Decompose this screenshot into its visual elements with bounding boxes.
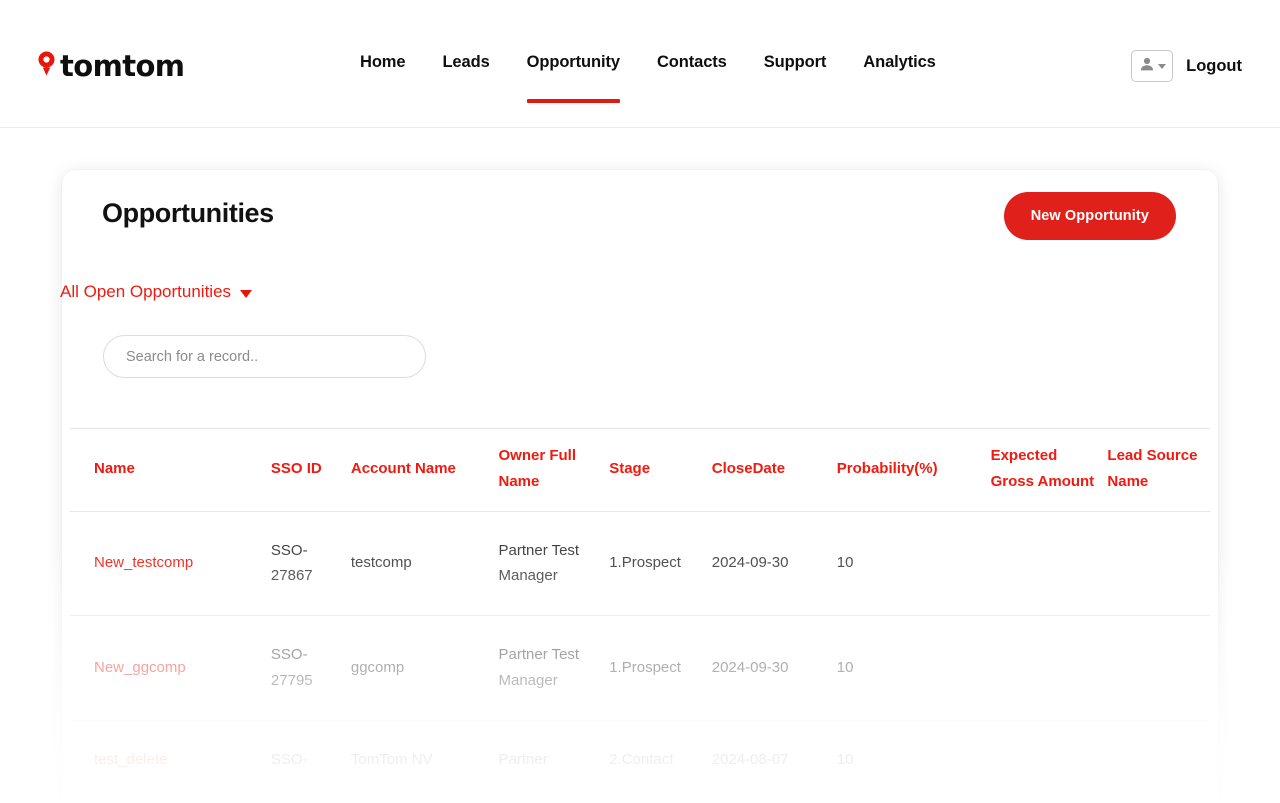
column-header-owner-full-name[interactable]: Owner Full Name [498, 428, 610, 512]
nav-item-opportunity[interactable]: Opportunity [526, 53, 620, 103]
nav-item-label: Leads [442, 53, 490, 71]
nav-item-home[interactable]: Home [360, 53, 406, 74]
column-header-label: SSO ID [270, 459, 322, 477]
page-title: Opportunities [102, 198, 274, 228]
nav-item-analytics[interactable]: Analytics [863, 53, 936, 74]
cell-stage: 1.Prospect [609, 615, 712, 721]
logout-button[interactable]: Logout [1186, 57, 1242, 76]
table-row[interactable]: New_testcomp SSO-27867 testcomp Partner … [70, 511, 1210, 617]
page-root: tomtom Home Leads Opportunity Contacts S… [0, 0, 1280, 803]
cell-account-name: ggcomp [350, 615, 499, 721]
cell-lead-source-name [1107, 511, 1210, 617]
nav-item-label: Support [763, 53, 827, 71]
nav-item-label: Analytics [863, 53, 936, 71]
cell-sso-id: SSO- [270, 720, 351, 800]
cell-owner-full-name: Partner Test Manager [498, 615, 610, 721]
opportunities-table: Name SSO ID Account Name Owner Full Name… [70, 428, 1210, 800]
column-header-label: Probability(%) [836, 459, 938, 477]
user-menu-button[interactable] [1131, 50, 1174, 82]
cell-close-date: 2024-08-07 [711, 720, 837, 800]
top-navigation-bar: tomtom Home Leads Opportunity Contacts S… [0, 0, 1280, 128]
search-container [103, 335, 426, 378]
record-link[interactable]: New_testcomp [94, 554, 193, 571]
cell-lead-source-name [1107, 720, 1210, 800]
cell-close-date: 2024-09-30 [711, 615, 837, 721]
record-link[interactable]: New_ggcomp [94, 659, 186, 676]
column-header-lead-source-name[interactable]: Lead Source Name [1107, 428, 1210, 512]
cell-name: New_ggcomp [70, 615, 271, 721]
list-view-selector[interactable]: All Open Opportunities [60, 282, 253, 302]
column-header-label: Account Name [350, 459, 456, 477]
content-area: Opportunities New Opportunity All Open O… [0, 128, 1280, 803]
card-header: Opportunities New Opportunity [62, 170, 1218, 270]
nav-item-label: Home [360, 53, 406, 71]
column-header-close-date[interactable]: CloseDate [711, 428, 837, 512]
nav-item-label: Opportunity [526, 53, 620, 71]
cell-owner-full-name: Partner Test Manager [498, 511, 610, 617]
column-header-probability[interactable]: Probability(%) [836, 428, 991, 512]
cell-account-name: TomTom NV [350, 720, 499, 800]
cell-stage: 2.Contact [609, 720, 712, 800]
active-tab-underline [526, 99, 620, 103]
cell-account-name: testcomp [350, 511, 499, 617]
cell-stage: 1.Prospect [609, 511, 712, 617]
column-header-expected-gross-amount[interactable]: Expected Gross Amount [990, 428, 1108, 512]
cell-lead-source-name [1107, 615, 1210, 721]
cell-probability: 10 [836, 615, 991, 721]
column-header-label: Stage [609, 459, 651, 477]
cell-sso-id: SSO-27795 [270, 615, 351, 721]
search-input[interactable] [103, 335, 426, 378]
new-opportunity-button[interactable]: New Opportunity [1003, 192, 1176, 240]
cell-expected-gross-amount [990, 511, 1108, 617]
table-row[interactable]: New_ggcomp SSO-27795 ggcomp Partner Test… [70, 615, 1210, 721]
table-row[interactable]: test_delete SSO- TomTom NV Partner 2.Con… [70, 720, 1210, 800]
nav-item-contacts[interactable]: Contacts [657, 53, 727, 74]
brand-logo[interactable]: tomtom [38, 49, 185, 83]
column-header-stage[interactable]: Stage [609, 428, 712, 512]
column-header-sso-id[interactable]: SSO ID [270, 428, 351, 512]
map-pin-icon [38, 51, 55, 82]
nav-item-leads[interactable]: Leads [442, 53, 489, 74]
column-header-label: Expected Gross Amount [990, 447, 1095, 490]
user-avatar-icon [1139, 56, 1155, 77]
column-header-account-name[interactable]: Account Name [350, 428, 499, 512]
opportunities-table-container: Name SSO ID Account Name Owner Full Name… [70, 428, 1210, 800]
primary-nav: Home Leads Opportunity Contacts Support … [360, 53, 936, 103]
cell-probability: 10 [836, 720, 991, 800]
cell-owner-full-name: Partner [498, 720, 610, 800]
cell-name: test_delete [70, 720, 271, 800]
column-header-label: CloseDate [711, 459, 786, 477]
table-header-row: Name SSO ID Account Name Owner Full Name… [70, 428, 1210, 512]
opportunities-card: Opportunities New Opportunity All Open O… [60, 170, 1218, 803]
nav-right-cluster: Logout [1131, 50, 1242, 82]
chevron-down-icon [1157, 63, 1166, 69]
cell-expected-gross-amount [990, 720, 1108, 800]
column-header-name[interactable]: Name [70, 428, 271, 512]
brand-name: tomtom [60, 49, 185, 83]
cell-close-date: 2024-09-30 [711, 511, 837, 617]
nav-item-support[interactable]: Support [764, 53, 827, 74]
table-header: Name SSO ID Account Name Owner Full Name… [70, 428, 1210, 512]
record-link[interactable]: test_delete [94, 751, 167, 768]
nav-item-label: Contacts [656, 53, 727, 71]
list-view-label: All Open Opportunities [60, 282, 232, 301]
cell-sso-id: SSO-27867 [270, 511, 351, 617]
cell-probability: 10 [836, 511, 991, 617]
column-header-label: Owner Full Name [498, 447, 577, 490]
column-header-label: Name [94, 459, 135, 477]
caret-down-icon [240, 289, 253, 298]
cell-name: New_testcomp [70, 511, 271, 617]
table-body: New_testcomp SSO-27867 testcomp Partner … [70, 511, 1210, 800]
cell-expected-gross-amount [990, 615, 1108, 721]
column-header-label: Lead Source Name [1107, 447, 1198, 490]
